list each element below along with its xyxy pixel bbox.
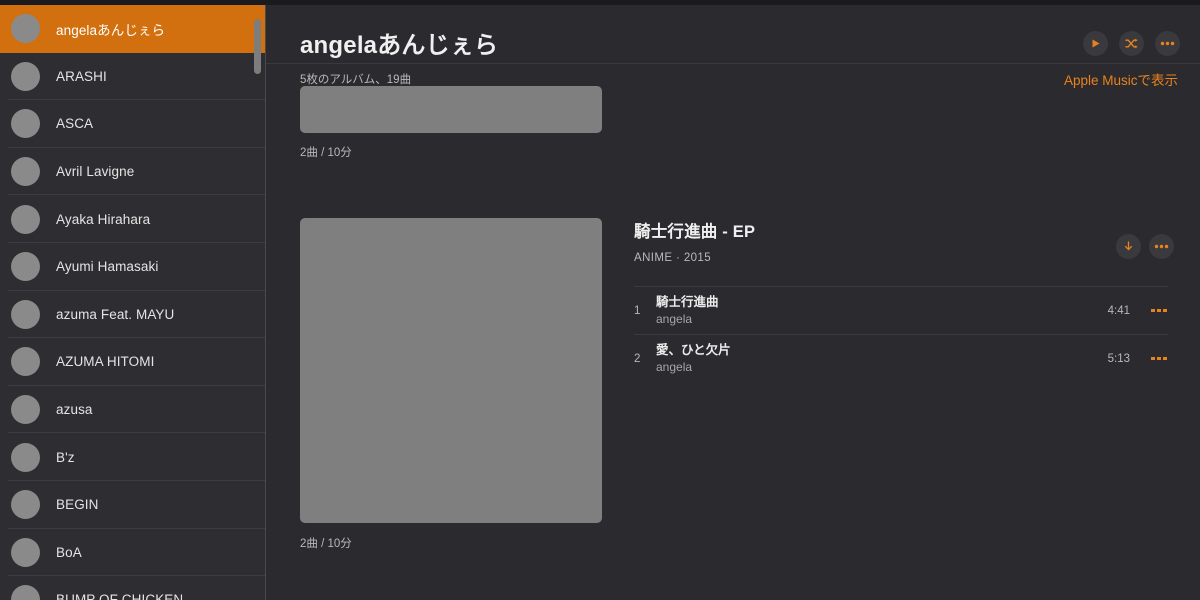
album-meta: 2曲 / 10分 xyxy=(300,538,352,550)
sidebar-item-label: BUMP OF CHICKEN xyxy=(56,592,184,600)
detail-header: angelaあんじぇら xyxy=(266,5,1200,64)
avatar xyxy=(11,442,40,472)
sidebar-scrollbar-thumb[interactable] xyxy=(254,19,261,74)
sidebar-item-artist[interactable]: ARASHI xyxy=(0,52,266,101)
sidebar-item-artist[interactable]: B'z xyxy=(0,433,266,481)
track-number: 2 xyxy=(634,352,641,365)
track-duration: 4:41 xyxy=(1107,304,1130,317)
album-subtitle: ANIME · 2015 xyxy=(634,252,712,264)
sidebar-item-artist[interactable]: azuma Feat. MAYU xyxy=(0,290,266,339)
sidebar-item-label: angelaあんじぇら xyxy=(56,22,166,38)
avatar xyxy=(11,585,40,600)
album-more-button[interactable] xyxy=(1149,234,1174,259)
sidebar-item-label: azusa xyxy=(56,402,93,418)
sidebar-item-artist[interactable]: AZUMA HITOMI xyxy=(0,338,266,386)
avatar xyxy=(11,252,40,282)
sidebar-item-artist[interactable]: BUMP OF CHICKEN xyxy=(0,576,266,600)
play-button[interactable] xyxy=(1083,31,1108,56)
page-title: angelaあんじぇら xyxy=(300,32,499,59)
avatar xyxy=(11,395,40,425)
album-detail: 騎士行進曲 - EP ANIME · 2015 xyxy=(634,218,1174,264)
sidebar-item-artist[interactable]: azusa xyxy=(0,385,266,434)
more-icon xyxy=(1154,244,1169,249)
album-artwork-placeholder[interactable] xyxy=(300,218,602,523)
more-icon xyxy=(1151,356,1167,361)
header-more-button[interactable] xyxy=(1155,31,1180,56)
track-title: 愛、ひと欠片 xyxy=(656,342,731,357)
artist-list: angelaあんじぇら ARASHI ASCA Avril Lavigne Ayaka … xyxy=(0,5,266,600)
track-artist: angela xyxy=(656,359,693,374)
sidebar-item-label: BoA xyxy=(56,544,82,560)
sidebar-item-artist[interactable]: angelaあんじぇら xyxy=(0,5,266,53)
header-action-buttons xyxy=(1083,31,1180,56)
library-summary: 5枚のアルバム、19曲 xyxy=(300,74,412,86)
sidebar-item-label: Avril Lavigne xyxy=(56,164,135,180)
apple-music-link[interactable]: Apple Musicで表示 xyxy=(1064,69,1178,89)
album-action-buttons xyxy=(1116,234,1174,259)
avatar xyxy=(11,204,40,234)
sidebar-item-artist[interactable]: BoA xyxy=(0,528,266,577)
sidebar-item-artist[interactable]: BEGIN xyxy=(0,480,266,529)
top-album-artwork-placeholder[interactable] xyxy=(300,86,602,133)
artist-detail-panel: angelaあんじぇら Apple Musicで表示 5枚のアルバム、19曲 2… xyxy=(266,5,1200,600)
track-more-button[interactable] xyxy=(1150,308,1168,313)
sidebar-item-label: AZUMA HITOMI xyxy=(56,354,155,370)
shuffle-icon xyxy=(1125,37,1138,50)
track-list: 1 騎士行進曲 angela 4:41 2 愛、ひと欠片 angela 5:13 xyxy=(634,286,1168,382)
track-artist: angela xyxy=(656,311,693,326)
avatar xyxy=(11,537,40,567)
top-album-meta: 2曲 / 10分 xyxy=(300,147,352,159)
sidebar-item-artist[interactable]: Ayumi Hamasaki xyxy=(0,242,266,291)
sidebar-item-artist[interactable]: Ayaka Hirahara xyxy=(0,195,266,243)
sidebar-item-artist[interactable]: Avril Lavigne xyxy=(0,147,266,196)
more-icon xyxy=(1151,308,1167,313)
avatar xyxy=(11,490,40,520)
sidebar-item-label: B'z xyxy=(56,449,75,465)
album-download-button[interactable] xyxy=(1116,234,1141,259)
avatar xyxy=(11,299,40,329)
shuffle-button[interactable] xyxy=(1119,31,1144,56)
play-icon xyxy=(1090,38,1101,49)
album-title: 騎士行進曲 - EP xyxy=(634,223,756,241)
avatar xyxy=(11,14,40,44)
music-library-window: angelaあんじぇら ARASHI ASCA Avril Lavigne Ayaka … xyxy=(0,0,1200,600)
header-divider xyxy=(266,63,1200,64)
sidebar-item-label: BEGIN xyxy=(56,497,99,513)
avatar xyxy=(11,109,40,139)
track-info: 愛、ひと欠片 angela xyxy=(656,341,1108,377)
track-title: 騎士行進曲 xyxy=(656,294,719,309)
track-duration: 5:13 xyxy=(1107,352,1130,365)
avatar xyxy=(11,347,40,377)
track-number: 1 xyxy=(634,304,641,317)
sidebar-item-label: ASCA xyxy=(56,116,94,132)
download-icon xyxy=(1122,240,1135,253)
avatar xyxy=(11,157,40,187)
track-row[interactable]: 2 愛、ひと欠片 angela 5:13 xyxy=(634,334,1168,382)
track-row[interactable]: 1 騎士行進曲 angela 4:41 xyxy=(634,286,1168,334)
sidebar-scrollbar[interactable] xyxy=(252,5,263,600)
track-more-button[interactable] xyxy=(1150,356,1168,361)
more-icon xyxy=(1160,41,1175,46)
sidebar-item-label: Ayumi Hamasaki xyxy=(56,259,159,275)
sidebar-item-label: azuma Feat. MAYU xyxy=(56,306,175,322)
sidebar-item-label: ARASHI xyxy=(56,68,107,84)
avatar xyxy=(11,61,40,91)
track-info: 騎士行進曲 angela xyxy=(656,293,1108,329)
sidebar-item-label: Ayaka Hirahara xyxy=(56,211,151,227)
artist-sidebar[interactable]: angelaあんじぇら ARASHI ASCA Avril Lavigne Ayaka … xyxy=(0,5,266,600)
sidebar-item-artist[interactable]: ASCA xyxy=(0,100,266,148)
